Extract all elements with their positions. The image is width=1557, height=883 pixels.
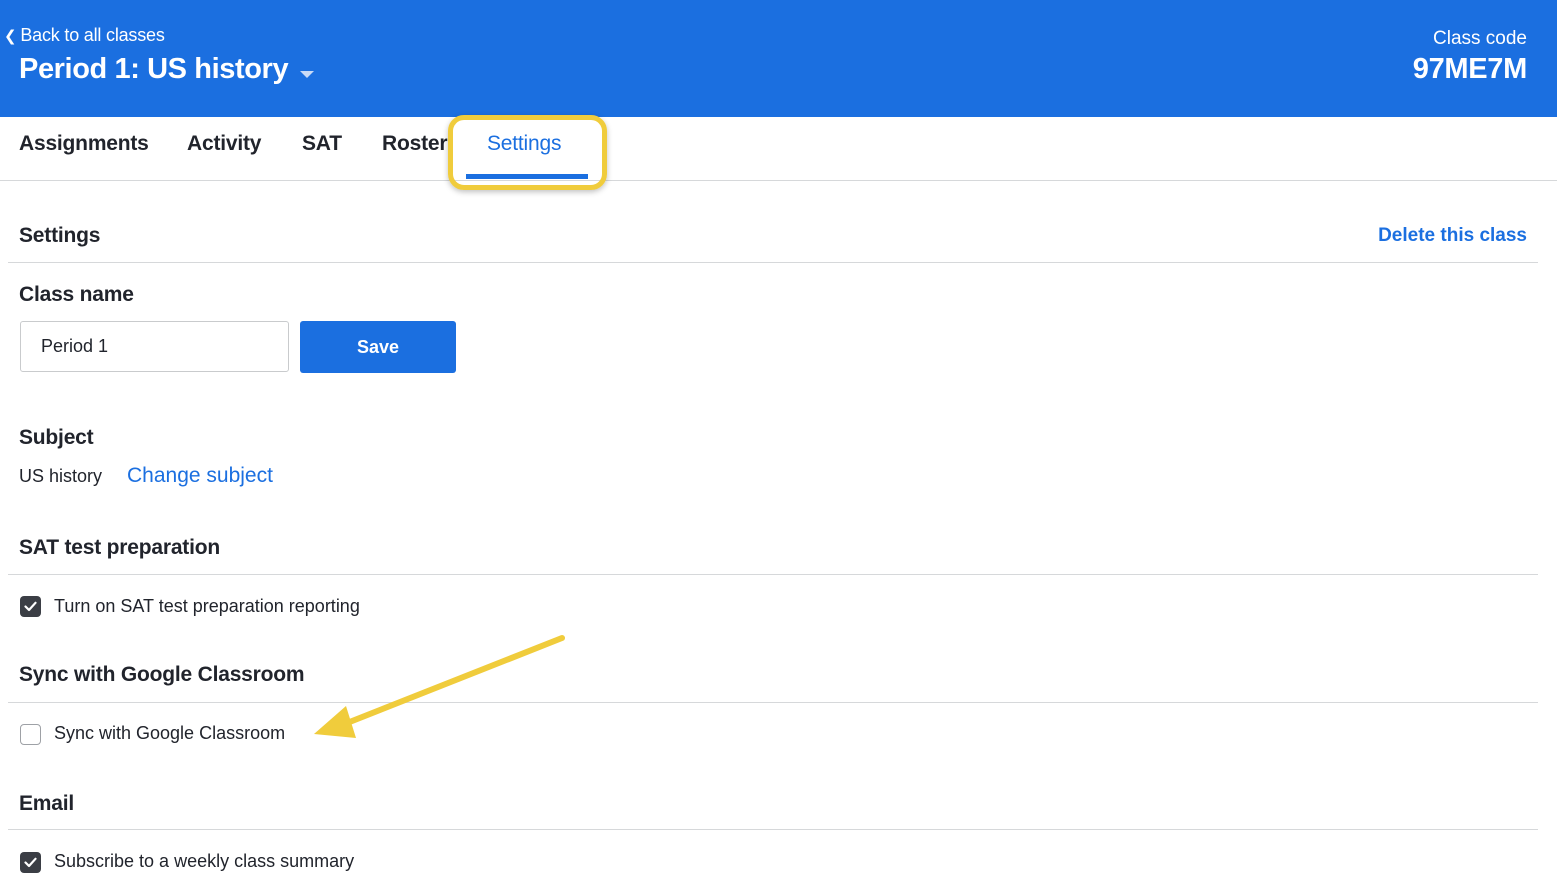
- tab-activity[interactable]: Activity: [187, 132, 261, 156]
- class-header: ❮ Back to all classes Period 1: US histo…: [0, 0, 1557, 117]
- class-title: Period 1: US history: [19, 53, 289, 85]
- subject-label: Subject: [19, 426, 94, 449]
- divider: [8, 262, 1538, 263]
- class-code: 97ME7M: [1412, 53, 1528, 85]
- divider: [8, 574, 1538, 575]
- delete-class-link[interactable]: Delete this class: [1378, 225, 1527, 247]
- google-sync-section-title: Sync with Google Classroom: [19, 663, 305, 686]
- class-name-input[interactable]: [20, 321, 289, 372]
- back-to-classes-link[interactable]: ❮ Back to all classes: [4, 25, 165, 46]
- checkmark-icon: [24, 857, 37, 868]
- class-title-dropdown[interactable]: Period 1: US history: [19, 53, 315, 86]
- sat-reporting-label[interactable]: Turn on SAT test preparation reporting: [54, 596, 360, 617]
- settings-heading: Settings: [19, 224, 101, 247]
- email-section-title: Email: [19, 792, 75, 815]
- chevron-left-icon: ❮: [4, 27, 17, 45]
- tab-bar: Assignments Activity SAT Roster Settings: [0, 117, 1557, 181]
- divider: [8, 702, 1538, 703]
- checkmark-icon: [24, 601, 37, 612]
- sat-section-title: SAT test preparation: [19, 536, 220, 559]
- tab-roster[interactable]: Roster: [382, 132, 448, 156]
- settings-tab-highlight: [448, 115, 607, 190]
- weekly-summary-label[interactable]: Subscribe to a weekly class summary: [54, 851, 354, 872]
- class-code-label: Class code: [1433, 28, 1527, 49]
- caret-down-icon: [300, 71, 315, 78]
- class-name-label: Class name: [19, 283, 134, 306]
- back-link-label: Back to all classes: [20, 25, 165, 45]
- subject-value: US history: [19, 466, 103, 486]
- sat-reporting-checkbox[interactable]: [20, 596, 41, 617]
- divider: [8, 829, 1538, 830]
- arrow-icon: [314, 635, 565, 738]
- save-button[interactable]: Save: [300, 321, 456, 373]
- tab-sat[interactable]: SAT: [302, 132, 342, 156]
- tab-assignments[interactable]: Assignments: [19, 132, 149, 156]
- google-sync-checkbox[interactable]: [20, 724, 41, 745]
- change-subject-link[interactable]: Change subject: [127, 464, 273, 488]
- weekly-summary-checkbox[interactable]: [20, 852, 41, 873]
- google-sync-label[interactable]: Sync with Google Classroom: [54, 723, 285, 744]
